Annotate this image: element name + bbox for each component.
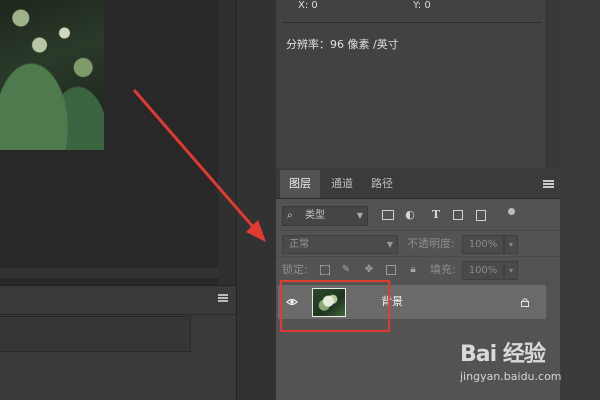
y-readout: Y: 0 (413, 0, 431, 11)
tab-layers[interactable]: 图层 (280, 170, 320, 198)
chevron-down-icon: ▼ (386, 240, 393, 249)
lock-row: 锁定: ✎ ✥ 🔒︎ 填充: 100% ▾ (276, 256, 560, 283)
smart-object-filter-icon[interactable] (476, 210, 486, 221)
lower-panel-header (0, 286, 236, 315)
opacity-input[interactable]: 100% (462, 235, 504, 254)
pixel-layer-filter-icon[interactable] (382, 210, 394, 220)
canvas-frame (0, 268, 218, 278)
panel-menu-icon[interactable] (218, 294, 228, 302)
filter-toggle-icon[interactable] (508, 208, 515, 215)
panel-separator (236, 0, 277, 400)
info-panel: X: 0 Y: 0 分辨率：96 像素 /英寸 (276, 0, 546, 168)
info-scrollbar[interactable] (546, 0, 563, 168)
lock-image-pixels-icon[interactable]: ✎ (341, 265, 351, 275)
photoshop-workspace: X: 0 Y: 0 分辨率：96 像素 /英寸 图层 通道 路径 ⌕ 类型 ▼ … (0, 0, 600, 400)
lock-label: 锁定: (282, 263, 308, 276)
lock-artboard-icon[interactable] (386, 265, 396, 275)
watermark-url: jingyan.baidu.com (460, 370, 562, 383)
highlight-box (280, 280, 390, 332)
tab-channels[interactable]: 通道 (322, 170, 362, 198)
baidu-watermark: Bai 经验 jingyan.baidu.com (460, 336, 600, 400)
search-icon: ⌕ (287, 210, 293, 221)
adjustment-layer-filter-icon[interactable]: ◐ (404, 209, 416, 221)
filter-kind-label: 类型 (305, 210, 325, 221)
blend-mode-select[interactable]: 正常 ▼ (282, 235, 398, 254)
hydrangea-photo (0, 0, 104, 150)
fill-input[interactable]: 100% (462, 261, 504, 280)
watermark-logo: Bai 经验 (460, 342, 546, 367)
layer-filter-row: ⌕ 类型 ▼ ◐ T (276, 200, 560, 230)
lower-left-panel (0, 285, 236, 400)
lock-transparent-pixels-icon[interactable] (320, 265, 330, 275)
filter-kind-select[interactable]: ⌕ 类型 ▼ (282, 206, 368, 226)
fill-dropdown[interactable]: ▾ (504, 261, 518, 280)
shape-layer-filter-icon[interactable] (453, 210, 463, 220)
blend-mode-value: 正常 (289, 239, 309, 250)
opacity-label: 不透明度: (407, 237, 455, 250)
panel-menu-icon[interactable] (543, 180, 554, 188)
x-readout: X: 0 (298, 0, 318, 11)
lock-icon (521, 298, 529, 307)
fill-label: 填充: (430, 263, 456, 276)
layers-tabbar: 图层 通道 路径 (276, 170, 560, 199)
lower-panel-row (0, 316, 191, 352)
opacity-dropdown[interactable]: ▾ (504, 235, 518, 254)
tab-paths[interactable]: 路径 (364, 170, 400, 198)
lock-position-icon[interactable]: ✥ (364, 265, 374, 275)
lock-all-icon[interactable]: 🔒︎ (408, 265, 418, 275)
blend-row: 正常 ▼ 不透明度: 100% ▾ (276, 230, 560, 257)
type-layer-filter-icon[interactable]: T (430, 209, 442, 221)
document-canvas[interactable] (0, 0, 236, 285)
chevron-down-icon: ▼ (356, 211, 363, 220)
resolution-text: 分辨率：96 像素 /英寸 (286, 38, 399, 51)
info-divider (282, 22, 542, 23)
canvas-gutter (218, 0, 236, 285)
